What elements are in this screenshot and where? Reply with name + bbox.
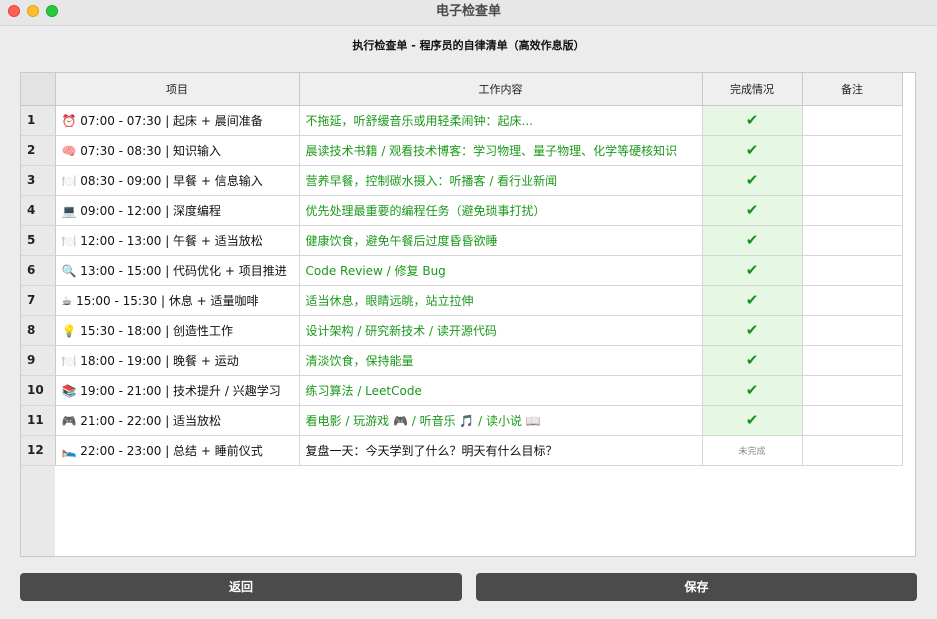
note-cell[interactable] bbox=[802, 435, 903, 466]
note-cell[interactable] bbox=[802, 375, 903, 406]
status-done-cell[interactable]: ✔ bbox=[702, 255, 803, 286]
item-cell[interactable]: ☕ 15:00 - 15:30 | 休息 + 适量咖啡 bbox=[55, 285, 300, 316]
table-row[interactable]: 6 🔍 13:00 - 15:00 | 代码优化 + 项目推进 Code Revie… bbox=[21, 255, 903, 286]
note-cell[interactable] bbox=[802, 225, 903, 256]
table-row[interactable]: 10 📚 19:00 - 21:00 | 技术提升 / 兴趣学习 练习算法 / Le… bbox=[21, 375, 903, 406]
item-cell[interactable]: 🔍 13:00 - 15:00 | 代码优化 + 项目推进 bbox=[55, 255, 300, 286]
save-button[interactable]: 保存 bbox=[476, 573, 917, 601]
note-cell[interactable] bbox=[802, 195, 903, 226]
status-done-cell[interactable]: ✔ bbox=[702, 165, 803, 196]
row-number[interactable]: 4 bbox=[21, 195, 56, 226]
content-cell[interactable]: 不拖延，听舒缓音乐或用轻柔闹钟：起床... bbox=[299, 105, 703, 136]
row-number[interactable]: 1 bbox=[21, 105, 56, 136]
header-row: 项目 工作内容 完成情况 备注 bbox=[21, 73, 903, 106]
row-number[interactable]: 12 bbox=[21, 435, 56, 466]
item-cell[interactable]: 🛌 22:00 - 23:00 | 总结 + 睡前仪式 bbox=[55, 435, 300, 466]
table-row[interactable]: 7 ☕ 15:00 - 15:30 | 休息 + 适量咖啡 适当休息，眼睛远眺，站立… bbox=[21, 285, 903, 316]
item-cell[interactable]: 🎮 21:00 - 22:00 | 适当放松 bbox=[55, 405, 300, 436]
content-cell[interactable]: 设计架构 / 研究新技术 / 读开源代码 bbox=[299, 315, 703, 346]
column-header-note[interactable]: 备注 bbox=[802, 73, 903, 106]
window-title: 电子检查单 bbox=[435, 4, 501, 19]
status-todo-cell[interactable]: 未完成 bbox=[702, 435, 803, 466]
status-done-cell[interactable]: ✔ bbox=[702, 225, 803, 256]
status-done-cell[interactable]: ✔ bbox=[702, 105, 803, 136]
status-done-cell[interactable]: ✔ bbox=[702, 375, 803, 406]
content-cell[interactable]: 复盘一天：今天学到了什么？明天有什么目标？ bbox=[299, 435, 703, 466]
row-number[interactable]: 3 bbox=[21, 165, 56, 196]
table-row[interactable]: 11 🎮 21:00 - 22:00 | 适当放松 看电影 / 玩游戏 🎮 / 听音… bbox=[21, 405, 903, 436]
item-cell[interactable]: 📚 19:00 - 21:00 | 技术提升 / 兴趣学习 bbox=[55, 375, 300, 406]
item-cell[interactable]: 💡 15:30 - 18:00 | 创造性工作 bbox=[55, 315, 300, 346]
note-cell[interactable] bbox=[802, 405, 903, 436]
status-done-cell[interactable]: ✔ bbox=[702, 405, 803, 436]
item-cell[interactable]: 🍽️ 08:30 - 09:00 | 早餐 + 信息输入 bbox=[55, 165, 300, 196]
note-cell[interactable] bbox=[802, 105, 903, 136]
checklist-grid: 项目 工作内容 完成情况 备注 1 ⏰ 07:00 - 07:30 | 起床 + … bbox=[21, 73, 903, 466]
content-cell[interactable]: 适当休息，眼睛远眺，站立拉伸 bbox=[299, 285, 703, 316]
row-number[interactable]: 11 bbox=[21, 405, 56, 436]
column-header-status[interactable]: 完成情况 bbox=[702, 73, 803, 106]
row-number[interactable]: 2 bbox=[21, 135, 56, 166]
content-cell[interactable]: 健康饮食，避免午餐后过度昏昏欲睡 bbox=[299, 225, 703, 256]
corner-header[interactable] bbox=[21, 73, 56, 106]
row-number[interactable]: 10 bbox=[21, 375, 56, 406]
content-cell[interactable]: 晨读技术书籍 / 观看技术博客：学习物理、量子物理、化学等硬核知识 bbox=[299, 135, 703, 166]
item-cell[interactable]: 🍽️ 12:00 - 13:00 | 午餐 + 适当放松 bbox=[55, 225, 300, 256]
status-done-cell[interactable]: ✔ bbox=[702, 135, 803, 166]
note-cell[interactable] bbox=[802, 135, 903, 166]
content-cell[interactable]: 练习算法 / LeetCode bbox=[299, 375, 703, 406]
content-cell[interactable]: 营养早餐，控制碳水摄入：听播客 / 看行业新闻 bbox=[299, 165, 703, 196]
content-cell[interactable]: 清淡饮食，保持能量 bbox=[299, 345, 703, 376]
back-button[interactable]: 返回 bbox=[20, 573, 462, 601]
item-cell[interactable]: ⏰ 07:00 - 07:30 | 起床 + 晨间准备 bbox=[55, 105, 300, 136]
content-cell[interactable]: 看电影 / 玩游戏 🎮 / 听音乐 🎵 / 读小说 📖 bbox=[299, 405, 703, 436]
row-number[interactable]: 8 bbox=[21, 315, 56, 346]
note-cell[interactable] bbox=[802, 315, 903, 346]
table-row[interactable]: 9 🍽️ 18:00 - 19:00 | 晚餐 + 运动 清淡饮食，保持能量 ✔ bbox=[21, 345, 903, 376]
row-number[interactable]: 6 bbox=[21, 255, 56, 286]
title-bar: 电子检查单 bbox=[0, 0, 937, 26]
note-cell[interactable] bbox=[802, 165, 903, 196]
table-row[interactable]: 12 🛌 22:00 - 23:00 | 总结 + 睡前仪式 复盘一天：今天学到了什… bbox=[21, 435, 903, 466]
item-cell[interactable]: 🧠 07:30 - 08:30 | 知识输入 bbox=[55, 135, 300, 166]
row-number[interactable]: 7 bbox=[21, 285, 56, 316]
table-row[interactable]: 2 🧠 07:30 - 08:30 | 知识输入 晨读技术书籍 / 观看技术博客：学… bbox=[21, 135, 903, 166]
status-done-cell[interactable]: ✔ bbox=[702, 285, 803, 316]
content-cell[interactable]: 优先处理最重要的编程任务（避免琐事打扰） bbox=[299, 195, 703, 226]
table-row[interactable]: 3 🍽️ 08:30 - 09:00 | 早餐 + 信息输入 营养早餐，控制碳水摄入… bbox=[21, 165, 903, 196]
column-header-item[interactable]: 项目 bbox=[55, 73, 300, 106]
column-header-content[interactable]: 工作内容 bbox=[299, 73, 703, 106]
note-cell[interactable] bbox=[802, 345, 903, 376]
table-row[interactable]: 8 💡 15:30 - 18:00 | 创造性工作 设计架构 / 研究新技术 / 读… bbox=[21, 315, 903, 346]
note-cell[interactable] bbox=[802, 285, 903, 316]
row-number[interactable]: 9 bbox=[21, 345, 56, 376]
checklist-table: 项目 工作内容 完成情况 备注 1 ⏰ 07:00 - 07:30 | 起床 + … bbox=[20, 72, 916, 557]
page-title: 执行检查单 - 程序员的自律清单（高效作息版） bbox=[352, 39, 585, 52]
item-cell[interactable]: 💻 09:00 - 12:00 | 深度编程 bbox=[55, 195, 300, 226]
item-cell[interactable]: 🍽️ 18:00 - 19:00 | 晚餐 + 运动 bbox=[55, 345, 300, 376]
status-done-cell[interactable]: ✔ bbox=[702, 195, 803, 226]
table-row[interactable]: 4 💻 09:00 - 12:00 | 深度编程 优先处理最重要的编程任务（避免琐事… bbox=[21, 195, 903, 226]
row-number[interactable]: 5 bbox=[21, 225, 56, 256]
status-done-cell[interactable]: ✔ bbox=[702, 345, 803, 376]
status-done-cell[interactable]: ✔ bbox=[702, 315, 803, 346]
note-cell[interactable] bbox=[802, 255, 903, 286]
table-row[interactable]: 1 ⏰ 07:00 - 07:30 | 起床 + 晨间准备 不拖延，听舒缓音乐或用轻… bbox=[21, 105, 903, 136]
content-cell[interactable]: Code Review / 修复 Bug bbox=[299, 255, 703, 286]
table-row[interactable]: 5 🍽️ 12:00 - 13:00 | 午餐 + 适当放松 健康饮食，避免午餐后过… bbox=[21, 225, 903, 256]
